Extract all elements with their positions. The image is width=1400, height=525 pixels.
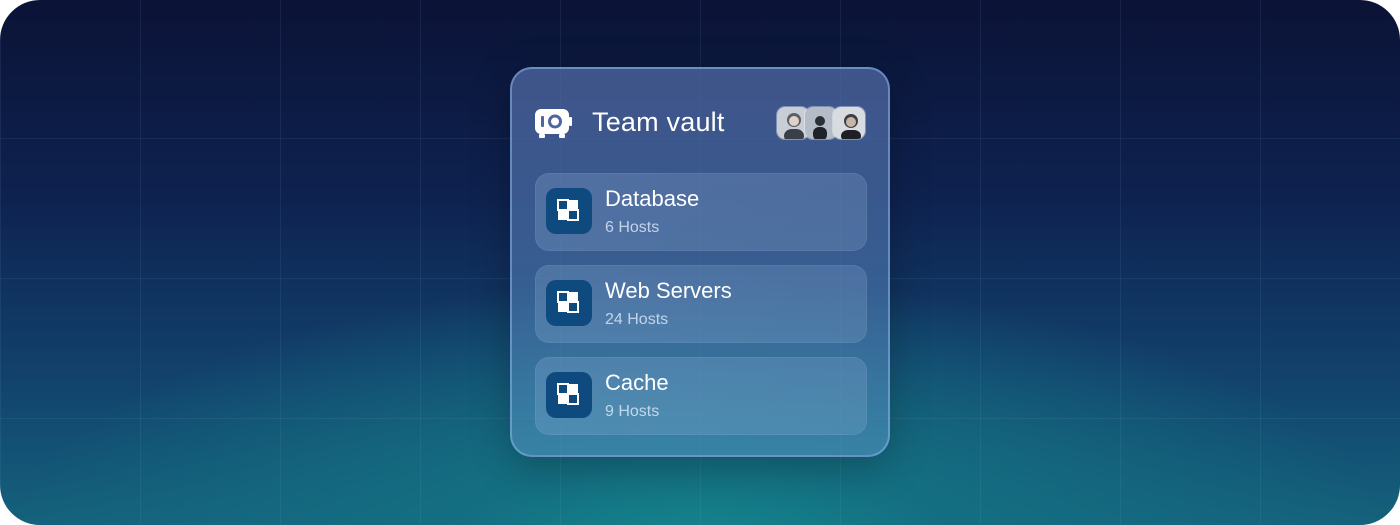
background: Team vault Database 6 Hosts Web Servers …	[0, 0, 1400, 525]
vault-title: Team vault	[592, 107, 725, 137]
vault-icon	[534, 107, 572, 139]
group-host-count: 9 Hosts	[605, 403, 660, 420]
group-host-count: 6 Hosts	[605, 219, 660, 236]
group-name: Web Servers	[605, 278, 732, 303]
group-icon	[546, 372, 592, 418]
group-icon	[546, 280, 592, 326]
group-name: Cache	[605, 370, 669, 395]
group-name: Database	[605, 186, 700, 211]
member-avatars[interactable]	[776, 106, 866, 140]
group-item-web-servers[interactable]: Web Servers 24 Hosts	[535, 265, 867, 343]
group-item-cache[interactable]: Cache 9 Hosts	[535, 357, 867, 435]
group-icon	[546, 188, 592, 234]
group-host-count: 24 Hosts	[605, 311, 669, 328]
team-vault-card[interactable]: Team vault Database 6 Hosts Web Servers …	[510, 67, 890, 457]
avatar[interactable]	[832, 106, 866, 140]
card-header: Team vault	[534, 103, 866, 143]
group-item-database[interactable]: Database 6 Hosts	[535, 173, 867, 251]
group-list: Database 6 Hosts Web Servers 24 Hosts Ca…	[535, 173, 867, 449]
